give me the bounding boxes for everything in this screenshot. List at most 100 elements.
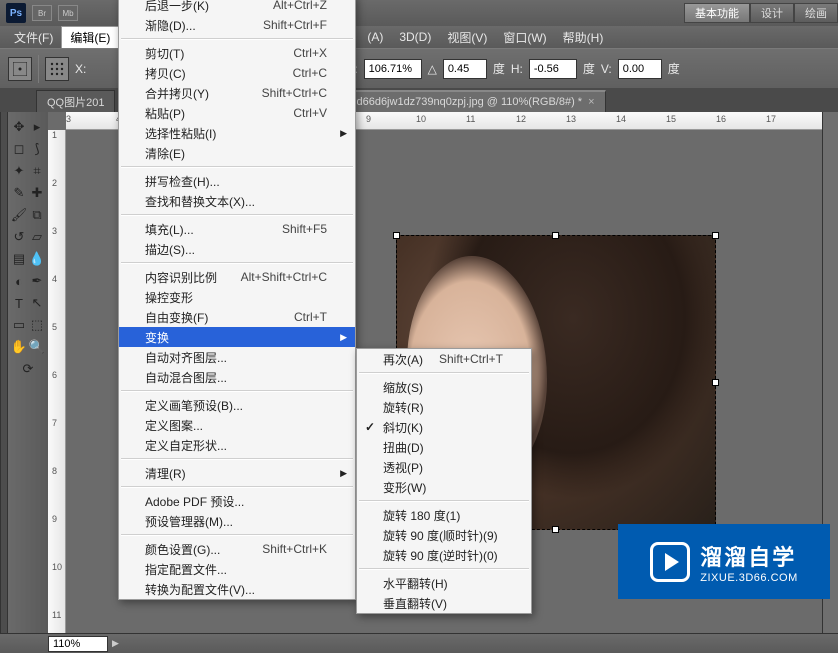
type-tool-icon[interactable]: T: [10, 293, 28, 313]
menu-item[interactable]: 定义图案...: [119, 415, 355, 435]
menu-edit[interactable]: 编辑(E): [61, 26, 119, 48]
opt-h2-input[interactable]: [529, 59, 577, 79]
menu-3d[interactable]: 3D(D): [391, 26, 439, 48]
menu-view[interactable]: 视图(V): [439, 26, 495, 48]
brush-tool-icon[interactable]: 🖌: [10, 205, 28, 225]
ruler-vertical[interactable]: 1234567891011: [48, 130, 66, 633]
menu-separator: [121, 166, 353, 168]
transform-handle-bm[interactable]: [552, 526, 559, 533]
menu-item[interactable]: 查找和替换文本(X)...: [119, 191, 355, 211]
menu-separator: [359, 372, 529, 374]
transform-handle-tl[interactable]: [393, 232, 400, 239]
crop-tool-icon[interactable]: ⌗: [28, 161, 46, 181]
dodge-tool-icon[interactable]: ◐: [10, 271, 28, 291]
menu-item[interactable]: 缩放(S): [357, 377, 531, 397]
menu-item[interactable]: 填充(L)...Shift+F5: [119, 219, 355, 239]
menu-item[interactable]: 颜色设置(G)...Shift+Ctrl+K: [119, 539, 355, 559]
menu-item[interactable]: 水平翻转(H): [357, 573, 531, 593]
transform-handle-tr[interactable]: [712, 232, 719, 239]
menu-item[interactable]: 旋转 90 度(逆时针)(0): [357, 545, 531, 565]
shape-tool-icon[interactable]: ▭: [10, 315, 28, 335]
transform-handle-tm[interactable]: [552, 232, 559, 239]
hand-tool-icon[interactable]: ✋: [10, 337, 28, 357]
menu-item[interactable]: 后退一步(K)Alt+Ctrl+Z: [119, 0, 355, 15]
menu-item[interactable]: 定义自定形状...: [119, 435, 355, 455]
menu-item[interactable]: 自动对齐图层...: [119, 347, 355, 367]
menu-item[interactable]: 预设管理器(M)...: [119, 511, 355, 531]
wand-tool-icon[interactable]: ✦: [10, 161, 28, 181]
status-menu-arrow-icon[interactable]: ▶: [112, 638, 119, 649]
chevron-icon[interactable]: ▸: [28, 117, 46, 137]
menu-item[interactable]: 拷贝(C)Ctrl+C: [119, 63, 355, 83]
menu-item[interactable]: 拼写检查(H)...: [119, 171, 355, 191]
bridge-badge[interactable]: Br: [32, 5, 52, 21]
menu-item[interactable]: 渐隐(D)...Shift+Ctrl+F: [119, 15, 355, 35]
grid-reference-icon[interactable]: [45, 57, 69, 81]
menu-item[interactable]: ✓斜切(K): [357, 417, 531, 437]
menu-window[interactable]: 窗口(W): [495, 26, 554, 48]
eyedropper-tool-icon[interactable]: ✎: [10, 183, 28, 203]
menu-help[interactable]: 帮助(H): [555, 26, 612, 48]
zoom-tool-icon[interactable]: 🔍: [28, 337, 46, 357]
path-tool-icon[interactable]: ↖: [28, 293, 46, 313]
menu-item[interactable]: 自动混合图层...: [119, 367, 355, 387]
zoom-field[interactable]: 110%: [48, 636, 108, 652]
workspace-design[interactable]: 设计: [750, 3, 794, 23]
opt-v-input[interactable]: [618, 59, 662, 79]
menu-item[interactable]: 清除(E): [119, 143, 355, 163]
menu-item[interactable]: 内容识别比例Alt+Shift+Ctrl+C: [119, 267, 355, 287]
blur-tool-icon[interactable]: 💧: [28, 249, 46, 269]
marquee-tool-icon[interactable]: ◻: [10, 139, 28, 159]
opt-x-label: X:: [75, 62, 86, 76]
menu-item[interactable]: Adobe PDF 预设...: [119, 491, 355, 511]
menu-item[interactable]: 垂直翻转(V): [357, 593, 531, 613]
doc-tab-2[interactable]: d66d6jw1dz739nq0zpj.jpg @ 110%(RGB/8#) *…: [345, 90, 605, 112]
menu-item[interactable]: 清理(R)▶: [119, 463, 355, 483]
rotate-tool-icon[interactable]: ⟳: [19, 359, 37, 379]
menu-item[interactable]: 旋转 90 度(顺时针)(9): [357, 525, 531, 545]
reference-point-icon[interactable]: [8, 57, 32, 81]
menu-item[interactable]: 指定配置文件...: [119, 559, 355, 579]
menu-item[interactable]: 透视(P): [357, 457, 531, 477]
menu-item[interactable]: 合并拷贝(Y)Shift+Ctrl+C: [119, 83, 355, 103]
menu-item[interactable]: 变形(W): [357, 477, 531, 497]
menu-item[interactable]: 旋转(R): [357, 397, 531, 417]
menu-separator: [121, 534, 353, 536]
workspace-painting[interactable]: 绘画: [794, 3, 838, 23]
menu-item[interactable]: 转换为配置文件(V)...: [119, 579, 355, 599]
opt-v-label: V:: [601, 62, 612, 76]
menu-item[interactable]: 扭曲(D): [357, 437, 531, 457]
move-tool-icon[interactable]: ✥: [10, 117, 28, 137]
menu-item[interactable]: 选择性粘贴(I)▶: [119, 123, 355, 143]
menu-item[interactable]: 描边(S)...: [119, 239, 355, 259]
menu-analysis[interactable]: (A): [359, 26, 391, 48]
menu-item[interactable]: 旋转 180 度(1): [357, 505, 531, 525]
3d-tool-icon[interactable]: ⬚: [28, 315, 46, 335]
eraser-tool-icon[interactable]: ▱: [28, 227, 46, 247]
transform-handle-mr[interactable]: [712, 379, 719, 386]
healing-tool-icon[interactable]: ✚: [28, 183, 46, 203]
menu-item[interactable]: 定义画笔预设(B)...: [119, 395, 355, 415]
menu-item[interactable]: 自由变换(F)Ctrl+T: [119, 307, 355, 327]
stamp-tool-icon[interactable]: ⧉: [28, 205, 46, 225]
pen-tool-icon[interactable]: ✒: [28, 271, 46, 291]
menu-item[interactable]: 再次(A)Shift+Ctrl+T: [357, 349, 531, 369]
doc-tab-2-label: d66d6jw1dz739nq0zpj.jpg @ 110%(RGB/8#) *: [356, 96, 582, 108]
ruler-tick: 4: [52, 274, 57, 284]
menu-item[interactable]: 粘贴(P)Ctrl+V: [119, 103, 355, 123]
menu-file[interactable]: 文件(F): [6, 26, 61, 48]
opt-angle-input[interactable]: [443, 59, 487, 79]
minibridge-badge[interactable]: Mb: [58, 5, 78, 21]
lasso-tool-icon[interactable]: ⟆: [28, 139, 46, 159]
opt-h-input[interactable]: [364, 59, 422, 79]
doc-tab-1[interactable]: QQ图片201: [36, 90, 115, 112]
history-brush-icon[interactable]: ↺: [10, 227, 28, 247]
workspace-essentials[interactable]: 基本功能: [684, 3, 750, 23]
menu-item[interactable]: 操控变形: [119, 287, 355, 307]
menu-item[interactable]: 剪切(T)Ctrl+X: [119, 43, 355, 63]
menu-item-label: 透视(P): [383, 459, 423, 476]
gradient-tool-icon[interactable]: ▤: [10, 249, 28, 269]
close-icon[interactable]: ×: [588, 96, 594, 108]
panel-collapse-strip[interactable]: [0, 112, 8, 633]
menu-item[interactable]: 变换▶: [119, 327, 355, 347]
